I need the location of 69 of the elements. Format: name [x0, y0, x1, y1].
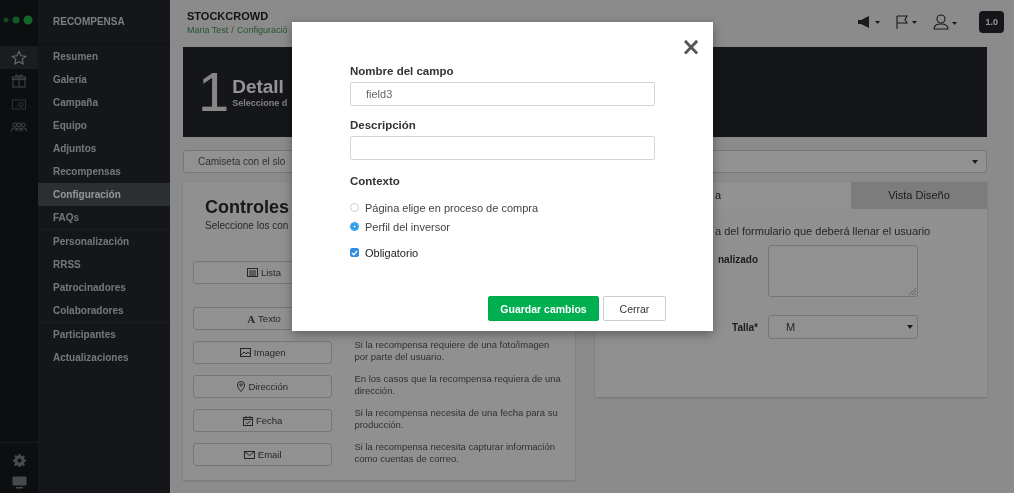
gift-icon: [11, 72, 27, 89]
breadcrumb-link[interactable]: Maria Test: [187, 25, 229, 35]
size-select[interactable]: M: [768, 315, 918, 339]
sidebar-item[interactable]: Colaboradores: [38, 299, 170, 322]
radio-button[interactable]: [350, 222, 359, 231]
settings-icon[interactable]: [12, 454, 26, 467]
sidebar-item[interactable]: Patrocinadores: [38, 276, 170, 299]
panel-title: Controles: [205, 197, 289, 218]
control-button[interactable]: Imagen: [193, 341, 333, 364]
sidebar-item[interactable]: Actualizaciones: [38, 346, 170, 369]
sidebar-title: RECOMPENSA: [38, 0, 170, 45]
close-button[interactable]: ×: [678, 36, 703, 58]
sidebar-item[interactable]: Resumen: [38, 45, 170, 68]
close-dialog-button[interactable]: Cerrar: [603, 296, 666, 321]
megaphone-menu-icon[interactable]: [857, 15, 882, 29]
step-subtitle: Seleccione d: [232, 98, 288, 108]
monitor-icon[interactable]: [11, 476, 27, 489]
brand-name: STOCKCROWD: [187, 10, 270, 22]
resize-handle-icon[interactable]: [909, 288, 916, 295]
sidebar-item[interactable]: Configuración: [38, 183, 170, 206]
sidebar-item[interactable]: Equipo: [38, 114, 170, 137]
text-area[interactable]: [768, 245, 918, 297]
breadcrumb-link[interactable]: Configuració: [236, 25, 288, 35]
field-label: Nombre del campo: [350, 65, 455, 77]
checkbox[interactable]: [350, 248, 359, 257]
control-description: Si la recompensa necesita capturar información como cuentas de correo.: [354, 441, 557, 465]
context-label: Contexto: [350, 175, 401, 187]
control-description: En los casos que la recompensa requiera de una dirección.: [354, 373, 562, 397]
step-title: Detall: [232, 76, 285, 98]
control-button[interactable]: Fecha: [193, 409, 333, 432]
location-pin-icon: [237, 381, 246, 392]
control-button[interactable]: Dirección: [193, 375, 333, 398]
save-button[interactable]: Guardar cambios: [488, 296, 599, 321]
caret-icon: [972, 159, 978, 164]
flag-menu-icon[interactable]: [895, 15, 920, 29]
sidebar-item[interactable]: Participantes: [38, 323, 170, 346]
version-badge: 1.0: [979, 11, 1004, 33]
form-intro: a del formulario que deberá llenar el usuario: [714, 224, 932, 237]
field-label: Descripción: [350, 119, 417, 131]
radio-label[interactable]: Página elige en proceso de compra: [365, 201, 539, 214]
control-description: Si la recompensa requiere de una foto/imagen por parte del usuario.: [354, 339, 551, 363]
input-field[interactable]: [350, 136, 655, 160]
control-description: Si la recompensa necesita de una fecha para su producción.: [354, 407, 559, 431]
user-menu-icon[interactable]: [933, 14, 960, 30]
sidebar-item[interactable]: Adjuntos: [38, 137, 170, 160]
list-icon: [246, 268, 258, 277]
sidebar-item[interactable]: FAQs: [38, 206, 170, 229]
breadcrumb-separator: /: [231, 25, 234, 35]
sidebar-item[interactable]: Personalización: [38, 230, 170, 253]
star-nav-item[interactable]: [0, 46, 38, 69]
step-number: 1: [198, 64, 230, 120]
calendar-icon: [243, 415, 253, 426]
star-icon: [11, 49, 27, 66]
view-tab[interactable]: Vista Diseño: [851, 182, 987, 209]
caret-icon: [907, 325, 913, 329]
sidebar-item[interactable]: RRSS: [38, 253, 170, 276]
field-label: Talla*: [731, 321, 758, 333]
people-icon: [11, 121, 27, 132]
envelope-icon: [243, 450, 255, 459]
image-icon: [239, 348, 251, 357]
panel-subtitle: Seleccione los con: [205, 220, 289, 231]
checkbox-label[interactable]: Obligatorio: [365, 246, 419, 259]
field-label: nalizado: [717, 253, 758, 267]
radio-label[interactable]: Perfil del inversor: [365, 220, 450, 233]
sidebar-item[interactable]: Galería: [38, 68, 170, 91]
control-button[interactable]: Email: [193, 443, 333, 466]
input-field[interactable]: field3: [350, 82, 655, 106]
sidebar-item[interactable]: Recompensas: [38, 160, 170, 183]
sidebar-item[interactable]: Campaña: [38, 91, 170, 114]
